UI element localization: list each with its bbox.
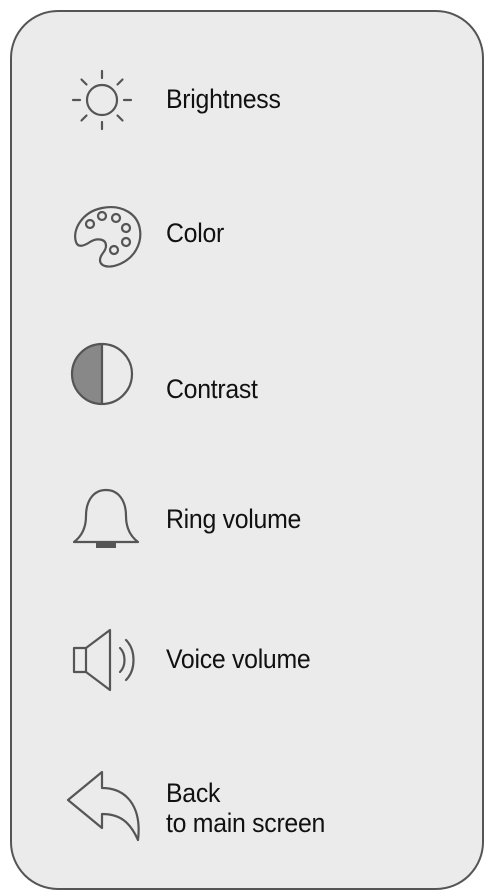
- palette-icon: [64, 192, 148, 276]
- menu-item-label: Back to main screen: [166, 778, 325, 838]
- bell-icon: [64, 478, 148, 562]
- menu-item-label: Voice volume: [166, 644, 311, 674]
- menu-item-voice-volume[interactable]: Voice volume: [12, 618, 482, 702]
- menu-item-color[interactable]: Color: [12, 192, 482, 276]
- back-arrow-icon: [64, 766, 148, 850]
- menu-item-contrast[interactable]: Contrast: [12, 334, 482, 418]
- menu-item-label: Color: [166, 218, 224, 248]
- back-to-main-screen-button[interactable]: Back to main screen: [12, 766, 482, 850]
- menu-item-ring-volume[interactable]: Ring volume: [12, 478, 482, 562]
- back-label-line-2: to main screen: [166, 808, 326, 838]
- back-label-line-1: Back: [166, 778, 221, 808]
- menu-item-label: Ring volume: [166, 504, 302, 534]
- settings-menu-panel: Brightness Color Contrast Ring volume Vo…: [10, 10, 484, 890]
- menu-item-label: Brightness: [166, 84, 281, 114]
- menu-item-label: Contrast: [166, 374, 258, 404]
- contrast-icon: [64, 334, 148, 418]
- speaker-icon: [64, 618, 148, 702]
- menu-item-brightness[interactable]: Brightness: [12, 58, 482, 142]
- sun-icon: [64, 58, 148, 142]
